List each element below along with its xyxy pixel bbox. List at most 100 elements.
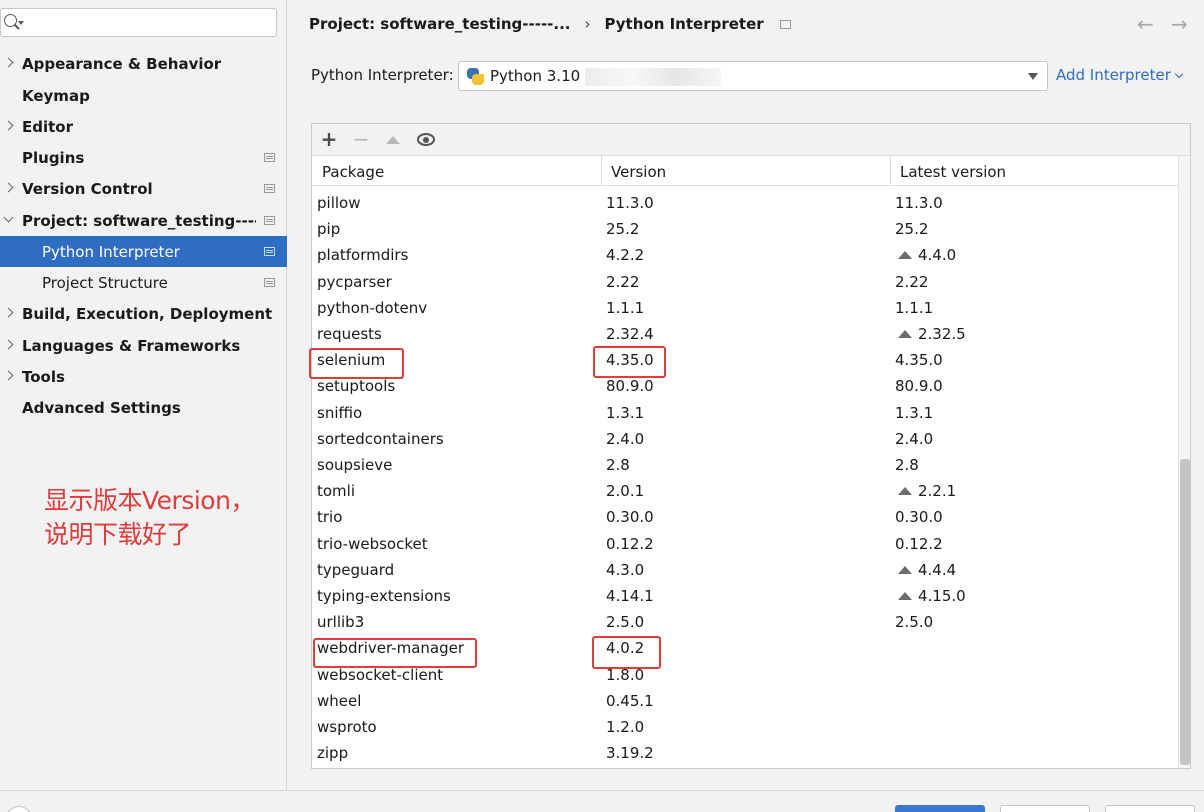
package-name-cell: trio [317,508,343,527]
table-row[interactable]: platformdirs 4.2.2 4.4.0 [312,242,1178,268]
redacted-path [585,68,721,86]
packages-panel: + − Package Version Latest version pillo… [309,123,1191,769]
sidebar-item-languages[interactable]: Languages & Frameworks [0,330,287,361]
latest-version-cell: 0.30.0 [895,508,943,526]
package-name-cell: sniffio [317,403,363,422]
upgrade-package-icon[interactable] [386,136,400,144]
package-version-cell: 2.5.0 [606,613,645,632]
sidebar-item-plugins[interactable]: Plugins [0,142,287,173]
chevron-right-icon[interactable] [3,182,14,193]
chevron-right-icon[interactable] [3,370,14,381]
interpreter-select-value: Python 3.10 [490,67,581,85]
package-name-cell: pycparser [317,272,392,291]
sidebar-item-editor[interactable]: Editor [0,111,287,142]
table-row[interactable]: wheel 0.45.1 [312,688,1178,714]
latest-version-cell: 4.4.4 [895,561,956,579]
chevron-right-icon[interactable] [3,307,14,318]
table-row[interactable]: sortedcontainers 2.4.0 2.4.0 [312,426,1178,452]
settings-sidebar: Appearance & Behavior Keymap Editor Plug… [0,0,287,790]
sidebar-item-keymap[interactable]: Keymap [0,80,287,111]
back-arrow-icon[interactable]: ← [1137,12,1154,36]
packages-toolbar: + − [312,124,1190,156]
table-row[interactable]: pip 25.2 25.2 [312,216,1178,242]
column-header-version[interactable]: Version [611,163,666,181]
settings-search-box[interactable] [0,8,277,37]
package-version-cell: 1.3.1 [606,403,645,422]
sidebar-item-project[interactable]: Project: software_testing-----... [0,205,287,236]
package-name-cell: tomli [317,482,356,501]
latest-version-cell: 1.3.1 [895,404,933,422]
show-early-releases-eye-icon[interactable] [417,133,435,146]
package-name-cell: setuptools [317,377,396,396]
upgrade-available-icon[interactable] [898,565,912,574]
latest-version-text: 4.15.0 [918,587,966,605]
chevron-right-icon[interactable] [3,57,14,68]
table-row[interactable]: soupsieve 2.8 2.8 [312,452,1178,478]
add-package-icon[interactable]: + [319,128,339,152]
chevron-right-icon[interactable] [3,339,14,350]
packages-scrollbar[interactable] [1178,156,1190,768]
package-name-cell: zipp [317,744,349,763]
annotation-line: 说明下载好了 [44,520,192,549]
add-interpreter-link[interactable]: Add Interpreter [1056,66,1184,84]
table-row[interactable]: trio-websocket 0.12.2 0.12.2 [312,531,1178,557]
package-version-cell: 1.1.1 [606,298,645,317]
latest-version-cell: 2.5.0 [895,613,933,631]
table-row[interactable]: tomli 2.0.1 2.2.1 [312,478,1178,504]
upgrade-available-icon[interactable] [898,251,912,260]
ok-button[interactable] [895,805,985,812]
search-icon[interactable] [4,14,17,27]
table-row[interactable]: urllib3 2.5.0 2.5.0 [312,609,1178,635]
sidebar-item-build-execution[interactable]: Build, Execution, Deployment [0,298,287,329]
upgrade-available-icon[interactable] [898,487,912,496]
chevron-right-icon[interactable] [3,120,14,131]
package-name-cell: wheel [317,691,362,710]
table-row[interactable]: zipp 3.19.2 [312,740,1178,766]
sidebar-item-version-control[interactable]: Version Control [0,173,287,204]
latest-version-text: 1.1.1 [895,298,934,317]
dropdown-arrow-icon[interactable] [1028,73,1038,80]
remove-package-icon[interactable]: − [351,128,371,152]
table-row[interactable]: sniffio 1.3.1 1.3.1 [312,400,1178,426]
project-scope-icon [264,216,275,225]
latest-version-text: 2.2.1 [918,482,957,501]
latest-version-text: 2.5.0 [895,613,934,632]
sidebar-item-appearance[interactable]: Appearance & Behavior [0,48,287,79]
chevron-down-icon[interactable] [3,212,14,223]
table-row[interactable]: pillow 11.3.0 11.3.0 [312,190,1178,216]
latest-version-cell: 4.35.0 [895,351,943,369]
table-row[interactable]: typing-extensions 4.14.1 4.15.0 [312,583,1178,609]
settings-search-input[interactable] [27,12,267,33]
latest-version-cell: 2.8 [895,456,919,474]
table-row[interactable]: selenium 4.35.0 4.35.0 [312,347,1178,373]
package-version-cell: 3.19.2 [606,744,654,763]
latest-version-text: 2.32.5 [918,325,966,343]
sidebar-item-python-interpreter[interactable]: Python Interpreter [0,236,287,267]
table-row[interactable]: pycparser 2.22 2.22 [312,269,1178,295]
scrollbar-thumb[interactable] [1180,459,1190,765]
column-header-package[interactable]: Package [322,163,384,181]
table-row[interactable]: wsproto 1.2.0 [312,714,1178,740]
packages-table-header: Package Version Latest version [312,156,1178,186]
search-options-dropdown-icon[interactable] [18,21,24,25]
upgrade-available-icon[interactable] [898,592,912,600]
breadcrumb-separator: › [584,15,591,33]
sidebar-item-advanced-settings[interactable]: Advanced Settings [0,392,287,423]
forward-arrow-icon[interactable]: → [1171,12,1188,36]
breadcrumb-project[interactable]: Project: software_testing-----... [309,15,571,33]
table-row[interactable]: requests 2.32.4 2.32.5 [312,321,1178,347]
column-divider[interactable] [890,156,891,185]
sidebar-item-label: Version Control [22,179,153,198]
sidebar-item-project-structure[interactable]: Project Structure [0,267,287,298]
column-header-latest-version[interactable]: Latest version [900,163,1006,181]
sidebar-item-tools[interactable]: Tools [0,361,287,392]
table-row[interactable]: setuptools 80.9.0 80.9.0 [312,373,1178,399]
table-row[interactable]: typeguard 4.3.0 4.4.4 [312,557,1178,583]
interpreter-select[interactable]: Python 3.10 [458,61,1048,91]
table-row[interactable]: trio 0.30.0 0.30.0 [312,504,1178,530]
cancel-button[interactable] [1000,805,1090,812]
upgrade-available-icon[interactable] [898,330,912,338]
table-row[interactable]: python-dotenv 1.1.1 1.1.1 [312,295,1178,321]
column-divider[interactable] [601,156,602,185]
apply-button[interactable] [1105,805,1195,812]
